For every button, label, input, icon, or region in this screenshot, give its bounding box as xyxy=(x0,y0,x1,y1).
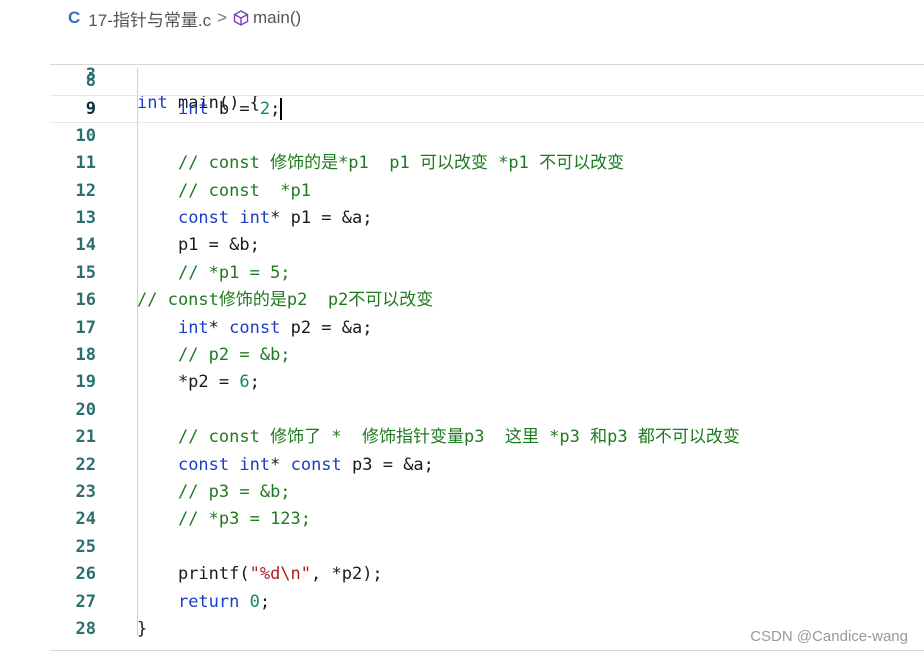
code-text: const int* const p3 = &a; xyxy=(177,454,434,475)
line-number: 21 xyxy=(75,427,96,448)
line-number: 27 xyxy=(75,591,96,612)
code-text: // p2 = &b; xyxy=(177,345,291,365)
code-text: } xyxy=(137,619,148,639)
code-text: int* const p2 = &a; xyxy=(177,317,373,338)
code-text: // const *p1 xyxy=(177,180,312,201)
breadcrumb-file[interactable]: 17-指针与常量.c xyxy=(88,6,211,31)
code-line[interactable]: 11 // const 修饰的是*p1 p1 可以改变 *p1 不可以改变 xyxy=(50,150,924,177)
sticky-scroll-header[interactable]: 3 int main() { xyxy=(50,34,924,113)
code-line[interactable]: 23 // p3 = &b; xyxy=(50,479,924,506)
c-file-icon: C xyxy=(68,8,81,27)
code-line[interactable]: 8 xyxy=(50,68,924,95)
line-number: 9 xyxy=(85,99,96,120)
code-text: // *p1 = 5; xyxy=(177,262,291,283)
line-number: 17 xyxy=(75,317,96,338)
code-text: p1 = &b; xyxy=(137,235,260,256)
code-line[interactable]: 14 p1 = &b; xyxy=(50,232,924,259)
code-line[interactable]: 15 // *p1 = 5; xyxy=(50,260,924,287)
line-number: 26 xyxy=(75,564,96,585)
code-line[interactable]: 18 // p2 = &b; xyxy=(50,342,924,369)
code-line[interactable]: 22 const int* const p3 = &a; xyxy=(50,452,924,479)
cube-icon xyxy=(233,10,249,26)
code-text: // const修饰的是p2 p2不可以改变 xyxy=(137,290,434,311)
line-number: 13 xyxy=(75,208,96,228)
code-line[interactable]: 19 *p2 = 6; xyxy=(50,369,924,396)
code-text: int b = 2; xyxy=(177,98,283,121)
line-number: 14 xyxy=(75,235,96,256)
line-number: 11 xyxy=(75,153,96,174)
code-text: const int* p1 = &a; xyxy=(177,208,373,228)
code-line[interactable]: 26 printf("%d\n", *p2); xyxy=(50,561,924,588)
line-number: 12 xyxy=(75,180,96,201)
line-number: 24 xyxy=(75,509,96,530)
code-text: // p3 = &b; xyxy=(177,482,291,502)
line-number: 16 xyxy=(75,290,96,311)
code-text: // const 修饰的是*p1 p1 可以改变 *p1 不可以改变 xyxy=(177,153,625,174)
code-text: printf("%d\n", *p2); xyxy=(137,564,383,585)
line-number: 19 xyxy=(75,372,96,393)
code-line[interactable]: 20 xyxy=(50,397,924,424)
text-cursor xyxy=(280,98,283,121)
line-number: 23 xyxy=(75,482,96,502)
code-line[interactable]: 17 int* const p2 = &a; xyxy=(50,315,924,342)
watermark: CSDN @Candice-wang xyxy=(750,628,908,645)
code-line[interactable]: 12 // const *p1 xyxy=(50,178,924,205)
code-text: return 0; xyxy=(177,591,271,612)
code-line[interactable]: 24 // *p3 = 123; xyxy=(50,506,924,533)
sticky-line[interactable]: 3 int main() { xyxy=(50,35,924,112)
breadcrumb: C 17-指针与常量.c > main() xyxy=(68,6,301,30)
line-number: 20 xyxy=(75,399,96,420)
code-text: // *p3 = 123; xyxy=(177,509,312,530)
code-text: *p2 = 6; xyxy=(137,372,260,393)
code-editor[interactable]: 89 int b = 2; 10 11 // const 修饰的是*p1 p1 可以… xyxy=(50,68,924,658)
line-number: 8 xyxy=(85,71,96,91)
code-line[interactable]: 25 xyxy=(50,534,924,561)
line-number: 18 xyxy=(75,345,96,365)
editor-bottom-border xyxy=(50,650,924,651)
code-line[interactable]: 16 // const修饰的是p2 p2不可以改变 xyxy=(50,287,924,314)
line-number: 25 xyxy=(75,536,96,557)
line-number: 10 xyxy=(75,125,96,146)
code-line[interactable]: 9 int b = 2; xyxy=(50,95,924,123)
code-line[interactable]: 13 const int* p1 = &a; xyxy=(50,205,924,232)
code-text: // const 修饰了 * 修饰指针变量p3 这里 *p3 和p3 都不可以改… xyxy=(177,427,740,448)
breadcrumb-separator: > xyxy=(217,8,228,27)
line-number: 15 xyxy=(75,262,96,283)
line-number: 28 xyxy=(75,619,96,639)
code-line[interactable]: 10 xyxy=(50,123,924,150)
code-line[interactable]: 21 // const 修饰了 * 修饰指针变量p3 这里 *p3 和p3 都不… xyxy=(50,424,924,451)
code-line[interactable]: 27 return 0; xyxy=(50,589,924,616)
line-number: 22 xyxy=(75,454,96,475)
breadcrumb-symbol[interactable]: main() xyxy=(253,8,301,28)
